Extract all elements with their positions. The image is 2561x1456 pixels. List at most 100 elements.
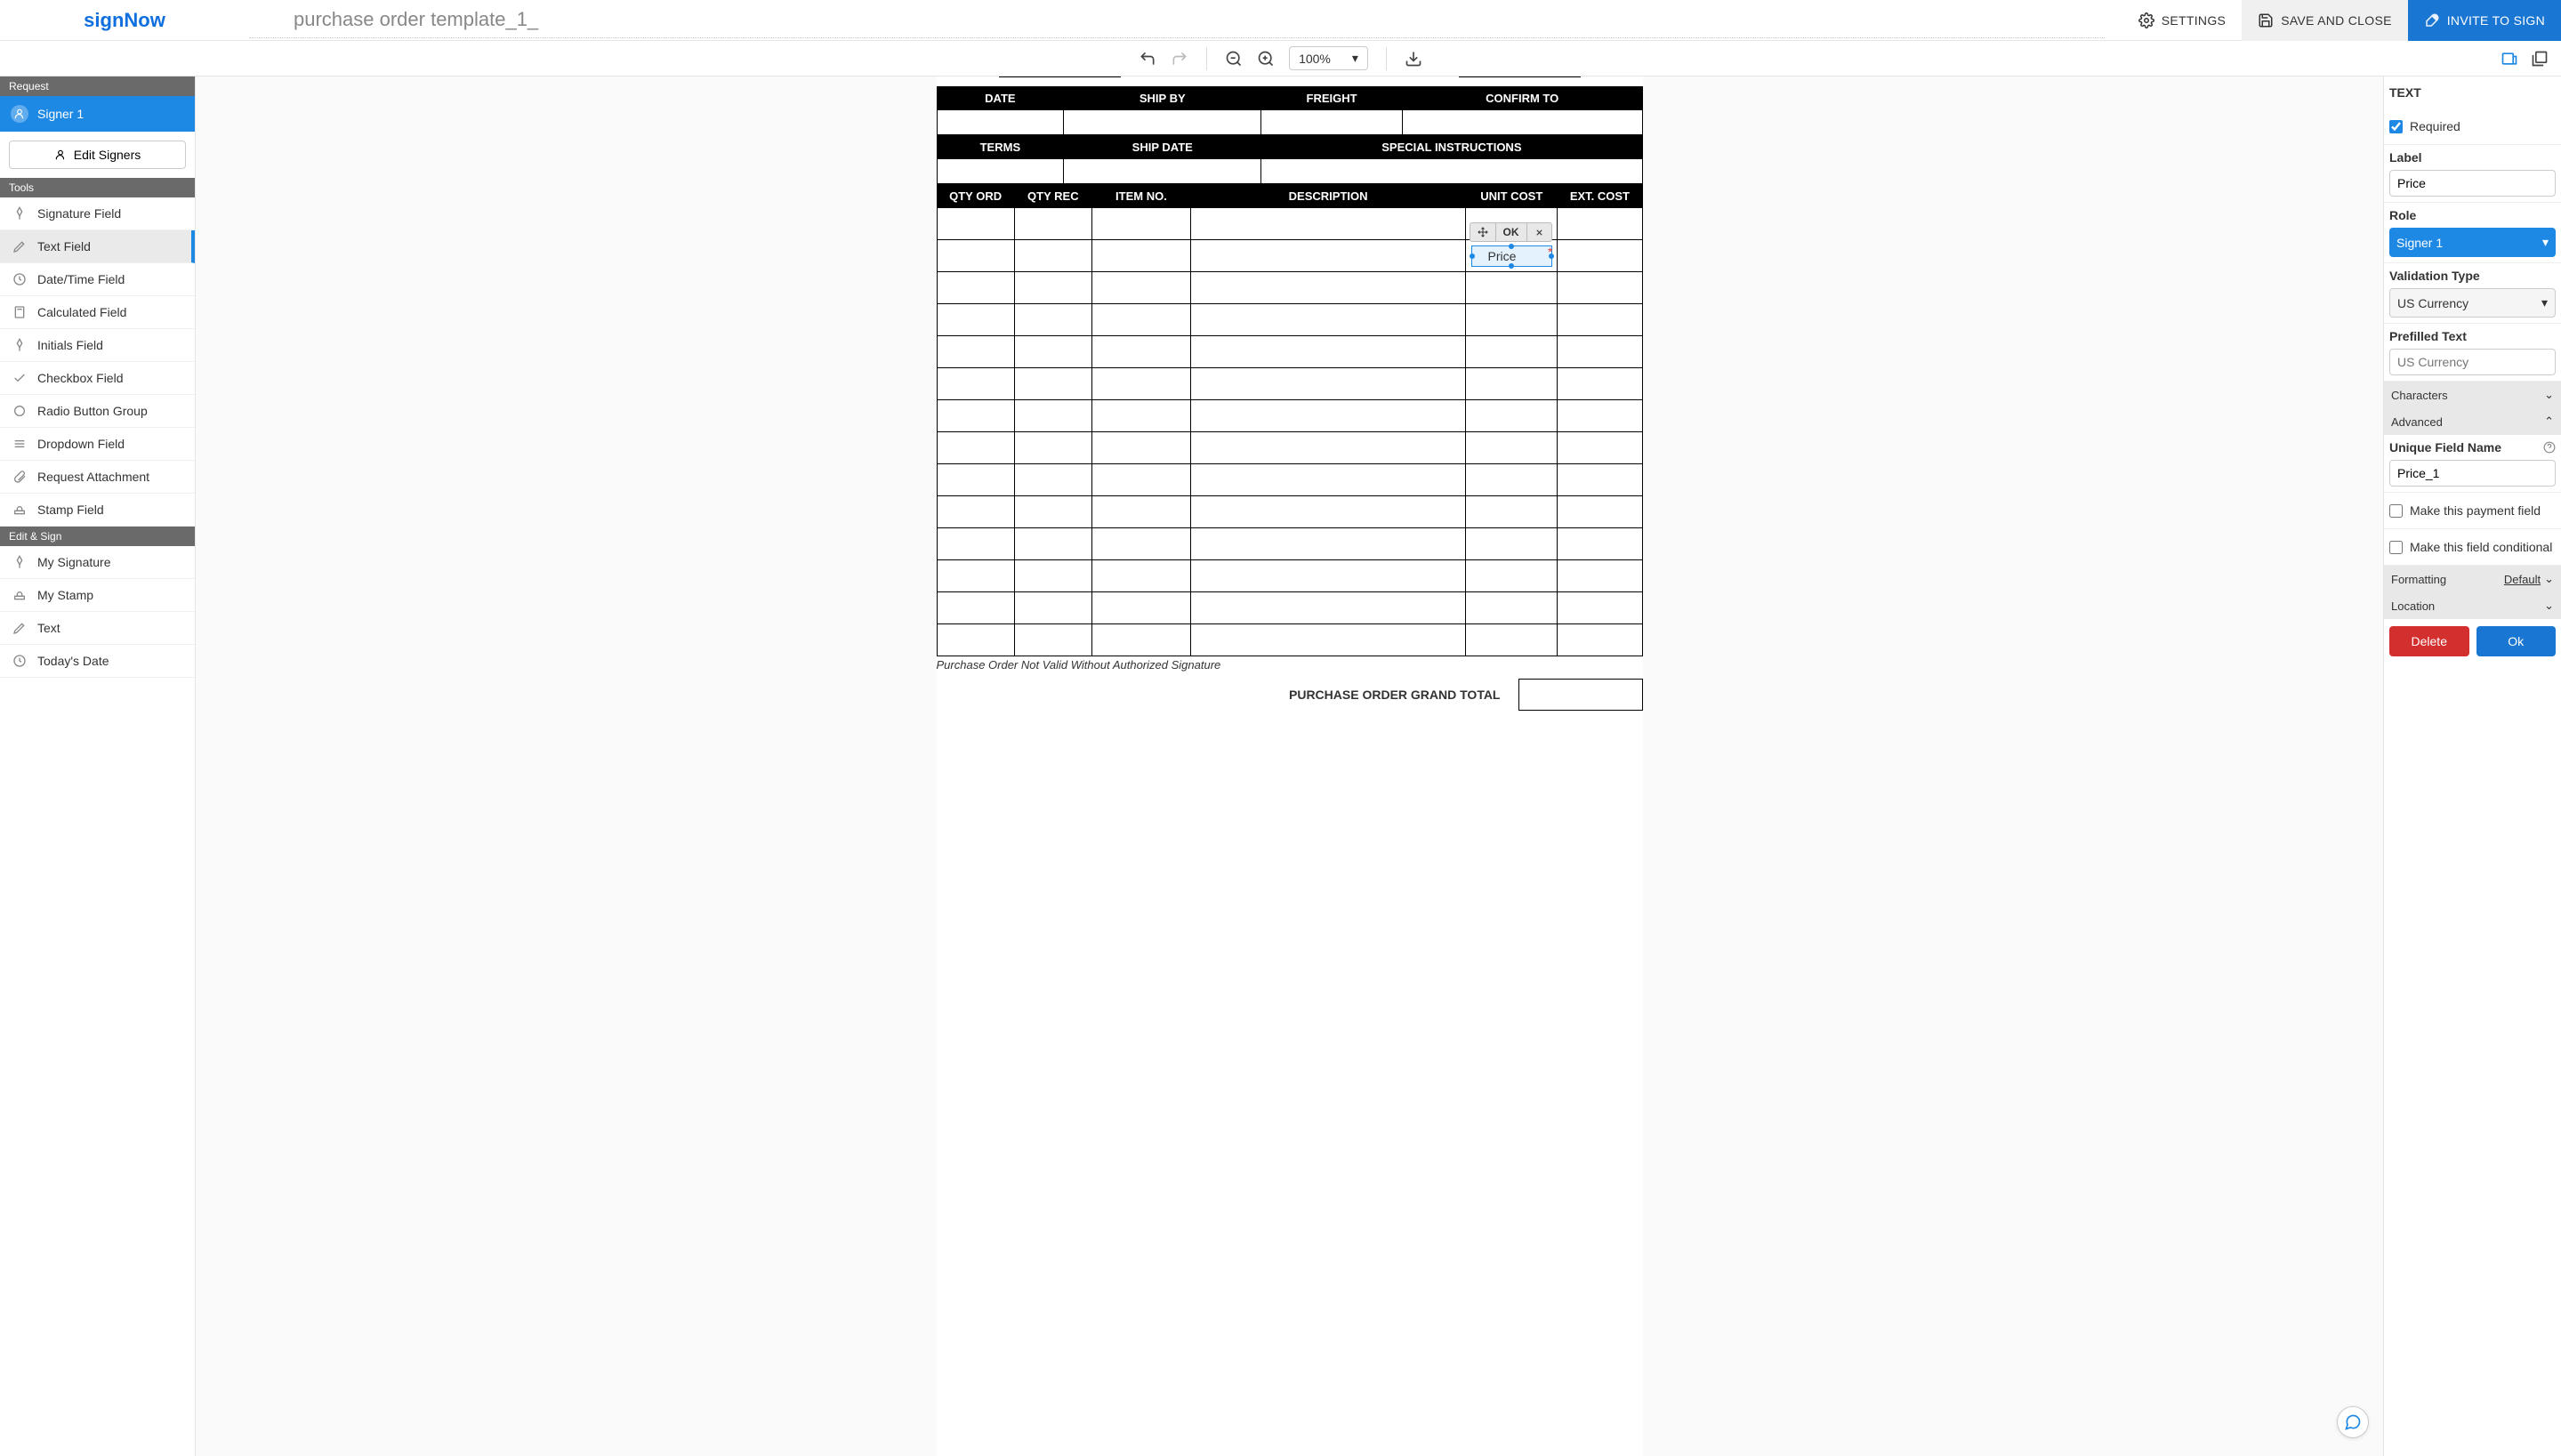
cell[interactable] — [1014, 240, 1091, 272]
cell[interactable] — [1466, 528, 1558, 560]
cell[interactable] — [1190, 304, 1465, 336]
field-view-icon[interactable] — [2501, 50, 2518, 68]
download-icon[interactable] — [1405, 50, 1422, 68]
tool-initials-field[interactable]: Initials Field — [0, 329, 195, 362]
cell[interactable] — [1091, 432, 1190, 464]
grand-total-box[interactable] — [1518, 679, 1643, 711]
prefilled-text-input[interactable] — [2389, 349, 2556, 375]
undo-icon[interactable] — [1139, 50, 1156, 68]
placed-text-field[interactable]: Price * — [1471, 245, 1552, 267]
unique-field-name-input[interactable] — [2389, 460, 2556, 487]
cell[interactable] — [1558, 560, 1642, 592]
cell[interactable] — [937, 432, 1014, 464]
cell[interactable] — [1014, 336, 1091, 368]
field-close-button[interactable] — [1527, 223, 1551, 241]
settings-button[interactable]: SETTINGS — [2122, 0, 2242, 41]
tool-stamp-field[interactable]: Stamp Field — [0, 494, 195, 527]
cell[interactable] — [1466, 592, 1558, 624]
cell[interactable] — [1190, 528, 1465, 560]
cell[interactable] — [937, 592, 1014, 624]
cell[interactable] — [1190, 400, 1465, 432]
cell[interactable] — [937, 368, 1014, 400]
cell[interactable] — [1190, 592, 1465, 624]
cell[interactable] — [1014, 560, 1091, 592]
cell[interactable] — [1558, 400, 1642, 432]
cell[interactable] — [1014, 432, 1091, 464]
cell[interactable] — [937, 304, 1014, 336]
document-canvas[interactable]: DATESHIP BYFREIGHTCONFIRM TO TERMSSHIP D… — [196, 76, 2383, 1456]
zoom-in-icon[interactable] — [1257, 50, 1275, 68]
cell[interactable] — [1558, 464, 1642, 496]
cell[interactable] — [1091, 272, 1190, 304]
tool-my-signature[interactable]: My Signature — [0, 546, 195, 579]
cell[interactable] — [1466, 272, 1558, 304]
formatting-section[interactable]: Formatting Default⌄ — [2384, 566, 2561, 592]
cell[interactable] — [937, 560, 1014, 592]
tool-checkbox-field[interactable]: Checkbox Field — [0, 362, 195, 395]
cell[interactable] — [937, 159, 1064, 184]
cell[interactable] — [937, 272, 1014, 304]
cell[interactable] — [1014, 208, 1091, 240]
role-select[interactable]: Signer 1 ▾ — [2389, 228, 2556, 257]
cell[interactable] — [1014, 304, 1091, 336]
cell[interactable] — [1190, 496, 1465, 528]
cell[interactable] — [1466, 368, 1558, 400]
cell[interactable] — [1014, 528, 1091, 560]
cell[interactable] — [1190, 208, 1465, 240]
cell[interactable] — [1466, 496, 1558, 528]
tool-text-field[interactable]: Text Field — [0, 230, 195, 263]
cell[interactable] — [1190, 464, 1465, 496]
cell[interactable] — [1014, 400, 1091, 432]
help-icon[interactable] — [2543, 441, 2556, 454]
document-title[interactable]: purchase order template_1_ — [249, 2, 2105, 38]
cell[interactable] — [1091, 624, 1190, 656]
cell[interactable] — [1091, 336, 1190, 368]
tool-text[interactable]: Text — [0, 612, 195, 645]
cell[interactable] — [1014, 464, 1091, 496]
conditional-field-checkbox[interactable] — [2389, 541, 2403, 554]
edit-signers-button[interactable]: Edit Signers — [9, 141, 186, 169]
tool-signature-field[interactable]: Signature Field — [0, 197, 195, 230]
cell[interactable] — [1261, 110, 1403, 135]
placed-field-group[interactable]: OK Price * — [1471, 222, 1552, 267]
cell[interactable] — [1466, 336, 1558, 368]
cell[interactable] — [1466, 400, 1558, 432]
cell[interactable] — [1558, 624, 1642, 656]
tool-calculated-field[interactable]: Calculated Field — [0, 296, 195, 329]
characters-section[interactable]: Characters ⌄ — [2384, 382, 2561, 408]
cell[interactable] — [937, 208, 1014, 240]
validation-type-select[interactable]: US Currency ▾ — [2389, 288, 2556, 318]
cell[interactable] — [1190, 240, 1465, 272]
cell[interactable] — [1558, 208, 1642, 240]
chat-button[interactable] — [2337, 1406, 2369, 1438]
zoom-out-icon[interactable] — [1225, 50, 1243, 68]
cell[interactable] — [937, 336, 1014, 368]
cell[interactable] — [1402, 110, 1642, 135]
advanced-section[interactable]: Advanced ⌃ — [2384, 408, 2561, 435]
tool-todays-date[interactable]: Today's Date — [0, 645, 195, 678]
save-and-close-button[interactable]: SAVE AND CLOSE — [2242, 0, 2408, 41]
conditional-field-row[interactable]: Make this field conditional — [2389, 535, 2556, 559]
zoom-select[interactable]: 100% ▾ — [1289, 46, 1368, 70]
cell[interactable] — [1064, 110, 1261, 135]
cell[interactable] — [1014, 496, 1091, 528]
cell[interactable] — [1091, 400, 1190, 432]
delete-button[interactable]: Delete — [2389, 626, 2469, 656]
cell[interactable] — [1091, 368, 1190, 400]
cell[interactable] — [1558, 304, 1642, 336]
cell[interactable] — [937, 496, 1014, 528]
tool-datetime-field[interactable]: Date/Time Field — [0, 263, 195, 296]
cell[interactable] — [1558, 368, 1642, 400]
cell[interactable] — [1091, 304, 1190, 336]
cell[interactable] — [1261, 159, 1642, 184]
cell[interactable] — [1014, 272, 1091, 304]
move-handle[interactable] — [1470, 223, 1496, 241]
cell[interactable] — [937, 400, 1014, 432]
cell[interactable] — [1190, 336, 1465, 368]
cell[interactable] — [1190, 432, 1465, 464]
cell[interactable] — [937, 110, 1064, 135]
redo-icon[interactable] — [1171, 50, 1188, 68]
cell[interactable] — [937, 464, 1014, 496]
cell[interactable] — [1466, 560, 1558, 592]
cell[interactable] — [1091, 496, 1190, 528]
